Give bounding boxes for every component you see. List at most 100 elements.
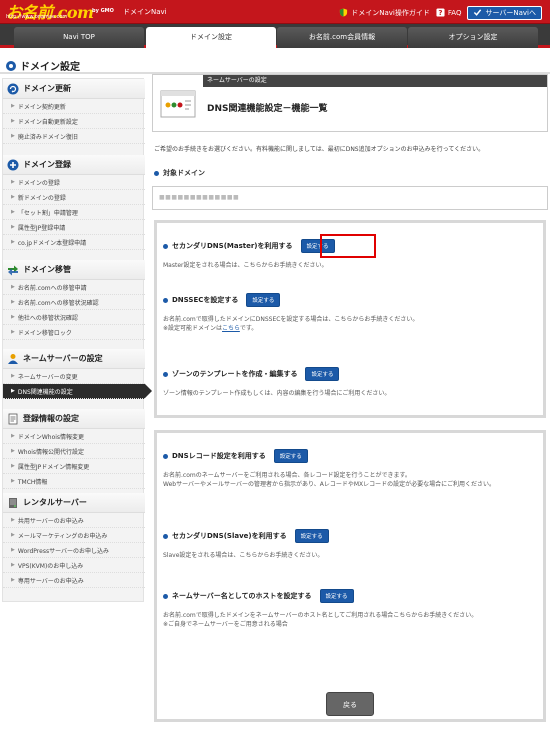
sidebar-group-header: ドメイン登録 xyxy=(3,155,145,175)
host-nameserver-settings-button[interactable]: 設定する xyxy=(319,589,354,603)
sidebar-item-dedicated[interactable]: ▶ 専用サーバーのお申込み xyxy=(3,573,145,588)
sidebar-group-header: ドメイン移管 xyxy=(3,260,145,280)
tab-member-info[interactable]: お名前.com会員情報 xyxy=(277,27,407,48)
arrow-right-icon: ▶ xyxy=(11,577,15,583)
arrow-right-icon: ▶ xyxy=(11,194,15,200)
sidebar-group-info: 登録情報の設定 ▶ ドメインWhois情報変更 ▶ Whois情報公開代行設定 ▶ 属… xyxy=(3,409,145,489)
section-hero: ネームサーバーの設定 DNS関連機能設定－機能一覧 xyxy=(152,74,548,132)
arrow-right-icon: ▶ xyxy=(11,239,15,245)
sidebar-item-transfer-in[interactable]: ▶ お名前.comへの移管申請 xyxy=(3,280,145,295)
sidebar-item-tmch[interactable]: ▶ TMCH情報 xyxy=(3,474,145,489)
dns-window-icon xyxy=(160,90,196,118)
sidebar-item-transfer-out[interactable]: ▶ 他社への移管状況確認 xyxy=(3,310,145,325)
arrow-right-icon: ▶ xyxy=(11,284,15,290)
tab-navi-top[interactable]: Navi TOP xyxy=(14,27,144,48)
arrow-right-icon: ▶ xyxy=(11,532,15,538)
sidebar-group-header: レンタルサーバー xyxy=(3,493,145,513)
bullet-icon xyxy=(163,371,168,377)
page-title-text: ドメイン設定 xyxy=(20,62,80,73)
sidebar-group-registration: ドメイン登録 ▶ ドメインの登録 ▶ 新ドメインの登録 ▶ 「セット割」申請管理 ▶ 属… xyxy=(3,155,145,250)
arrow-right-icon: ▶ xyxy=(11,133,15,139)
feature-dnssec: DNSSECを設定する 設定する お名前.comで取得したドメインにDNSSECを… xyxy=(163,293,418,333)
supported-domains-link[interactable]: こちら xyxy=(222,325,240,332)
top-links: ドメインNavi操作ガイド ? FAQ サーバーNaviへ xyxy=(339,5,542,20)
sidebar-group-header: 登録情報の設定 xyxy=(3,409,145,429)
bullet-icon xyxy=(154,170,159,176)
sidebar-group-renewal: ドメイン更新 ▶ ドメイン契約更新 ▶ ドメイン自動更新設定 ▶ 廃止済みドメイン復旧 xyxy=(3,79,145,144)
guide-link[interactable]: ドメインNavi操作ガイド xyxy=(339,8,430,18)
faq-link[interactable]: ? FAQ xyxy=(436,8,462,17)
arrow-right-icon: ▶ xyxy=(11,448,15,454)
sidebar-item-new-domain[interactable]: ▶ 新ドメインの登録 xyxy=(3,190,145,205)
feature-desc: お名前.comで取得したドメインにDNSSECを設定する場合は、こちらからお手続… xyxy=(163,316,419,332)
dnssec-settings-button[interactable]: 設定する xyxy=(246,293,281,307)
sidebar-item-whois-proxy[interactable]: ▶ Whois情報公開代行設定 xyxy=(3,444,145,459)
arrow-right-icon: ▶ xyxy=(11,224,15,230)
intro-text: ご希望のお手続きをお選びください。有料機能に関しましては、最初にDNS追加オプシ… xyxy=(154,146,485,153)
sidebar-item-restore[interactable]: ▶ 廃止済みドメイン復旧 xyxy=(3,129,145,144)
bullet-icon xyxy=(163,243,168,249)
arrow-right-icon: ▶ xyxy=(11,179,15,185)
server-navi-button[interactable]: サーバーNaviへ xyxy=(467,5,542,20)
sidebar-item-wordpress[interactable]: ▶ WordPressサーバーのお申し込み xyxy=(3,543,145,558)
sidebar-item-vps[interactable]: ▶ VPS(KVM)のお申し込み xyxy=(3,558,145,573)
hero-title: DNS関連機能設定－機能一覧 xyxy=(207,104,328,114)
arrow-right-icon: ▶ xyxy=(11,329,15,335)
sidebar-item-transfer-lock[interactable]: ▶ ドメイン移管ロック xyxy=(3,325,145,340)
faq-link-label: FAQ xyxy=(447,8,462,17)
check-icon xyxy=(474,9,482,16)
arrow-right-icon: ▶ xyxy=(11,388,15,394)
dns-records-settings-button[interactable]: 設定する xyxy=(273,449,308,463)
server-navi-label: サーバーNaviへ xyxy=(485,8,536,17)
arrow-right-icon: ▶ xyxy=(11,433,15,439)
target-domain-value: ■■■■■■■■■■■■■ xyxy=(152,186,548,210)
refresh-icon xyxy=(7,83,19,94)
arrow-right-icon: ▶ xyxy=(11,517,15,523)
sidebar-item-cojp-register[interactable]: ▶ co.jpドメイン本登録申請 xyxy=(3,235,145,250)
sidebar-item-set-discount[interactable]: ▶ 「セット割」申請管理 xyxy=(3,205,145,220)
brand-url: http://www.onamae.com xyxy=(6,14,68,20)
shield-icon xyxy=(340,8,348,17)
user-server-icon xyxy=(8,353,18,364)
sidebar-item-shared-server[interactable]: ▶ 共用サーバーのお申込み xyxy=(3,513,145,528)
svg-text:?: ? xyxy=(438,8,442,17)
tab-domain-settings[interactable]: ドメイン設定 xyxy=(146,27,276,51)
feature-dns-records: DNSレコード設定を利用する 設定する お名前.comのネームサーバーをご利用され… xyxy=(163,449,495,489)
sidebar-group-header: ネームサーバーの設定 xyxy=(3,349,145,369)
circle-bullet-icon xyxy=(6,60,16,71)
transfer-icon xyxy=(8,265,18,275)
target-domain-label: 対象ドメイン xyxy=(154,168,205,178)
arrow-right-icon: ▶ xyxy=(11,103,15,109)
sidebar-item-jp-register[interactable]: ▶ 属性型JP登録申請 xyxy=(3,220,145,235)
server-icon xyxy=(9,497,17,508)
secondary-slave-settings-button[interactable]: 設定する xyxy=(294,529,329,543)
sidebar-item-auto-renewal[interactable]: ▶ ドメイン自動更新設定 xyxy=(3,114,145,129)
sidebar-item-mail-marketing[interactable]: ▶ メールマーケティングのお申込み xyxy=(3,528,145,543)
page-title: ドメイン設定 xyxy=(6,58,80,73)
product-name: ドメインNavi xyxy=(123,8,167,16)
sidebar-item-dns-settings[interactable]: ▶ DNS関連機能の設定 xyxy=(3,384,152,399)
sidebar-item-ns-change[interactable]: ▶ ネームサーバーの変更 xyxy=(3,369,145,384)
sidebar-item-domain-register[interactable]: ▶ ドメインの登録 xyxy=(3,175,145,190)
question-icon: ? xyxy=(436,8,445,17)
feature-zone-template: ゾーンのテンプレートを作成・編集する 設定する ゾーン情報のテンプレート作成もしく… xyxy=(163,367,390,398)
arrow-right-icon: ▶ xyxy=(11,562,15,568)
zone-template-settings-button[interactable]: 設定する xyxy=(305,367,340,381)
bullet-icon xyxy=(163,453,168,459)
arrow-right-icon: ▶ xyxy=(11,299,15,305)
onamae-logo[interactable]: お名前.com http://www.onamae.com by GMO xyxy=(6,1,118,23)
tab-option-settings[interactable]: オプション設定 xyxy=(408,27,538,48)
arrow-right-icon: ▶ xyxy=(11,118,15,124)
sidebar-item-whois-change[interactable]: ▶ ドメインWhois情報変更 xyxy=(3,429,145,444)
feature-desc: ゾーン情報のテンプレート作成もしくは、内容の編集を行う場合にご利用ください。 xyxy=(163,390,391,397)
feature-desc: お名前.comで取得したドメインをネームサーバーのホスト名としてご利用される場合… xyxy=(163,612,478,628)
sidebar-item-jp-info[interactable]: ▶ 属性型JPドメイン情報変更 xyxy=(3,459,145,474)
feature-secondary-master: セカンダリDNS(Master)を利用する 設定する Master設定をされる場合… xyxy=(163,239,335,270)
gmo-mark: by GMO xyxy=(92,8,114,14)
feature-desc: Slave設定をされる場合は、こちらからお手続きください。 xyxy=(163,552,324,559)
feature-secondary-slave: セカンダリDNS(Slave)を利用する 設定する Slave設定をされる場合は、… xyxy=(163,529,329,560)
bullet-icon xyxy=(163,297,168,303)
sidebar-item-renewal[interactable]: ▶ ドメイン契約更新 xyxy=(3,99,145,114)
back-button[interactable]: 戻る xyxy=(326,692,374,716)
sidebar-item-transfer-status[interactable]: ▶ お名前.comへの移管状況確認 xyxy=(3,295,145,310)
